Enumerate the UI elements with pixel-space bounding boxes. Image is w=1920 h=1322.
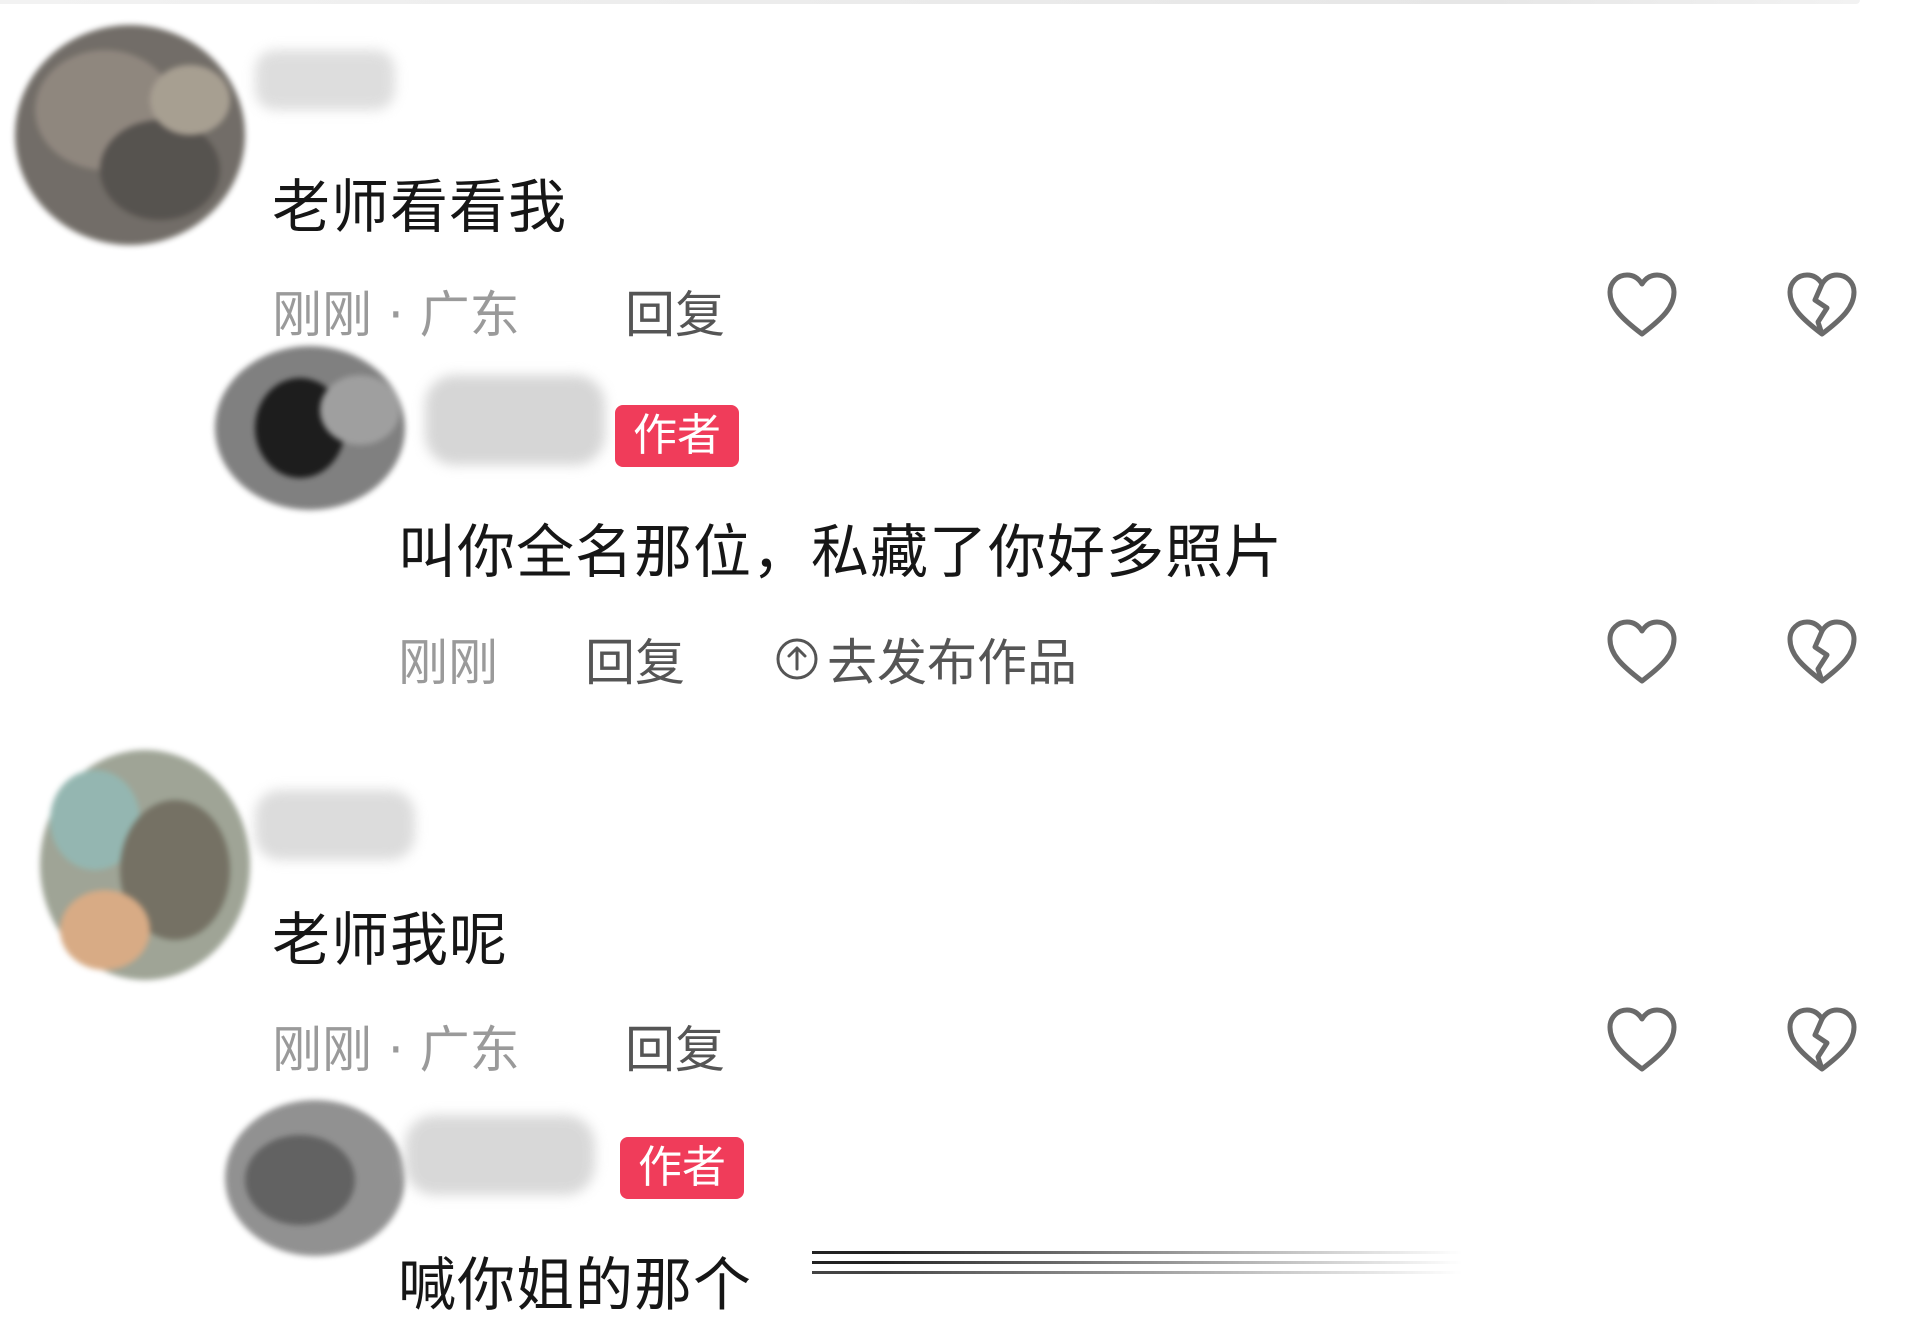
- comment-text: 老师我呢: [272, 906, 509, 974]
- reply-button[interactable]: 回复: [625, 1010, 725, 1082]
- heart-outline-icon[interactable]: [1605, 270, 1679, 340]
- author-avatar[interactable]: [210, 340, 410, 515]
- comment-text: 老师看看我: [272, 173, 568, 241]
- broken-heart-icon[interactable]: [1785, 617, 1859, 687]
- author-badge: 作者: [620, 1137, 744, 1199]
- top-divider: [0, 0, 1860, 4]
- redacted-scribble: [812, 1245, 1462, 1285]
- reply-button[interactable]: 回复: [625, 275, 725, 347]
- author-name-redacted[interactable]: [400, 1105, 600, 1205]
- heart-outline-icon[interactable]: [1605, 617, 1679, 687]
- user-avatar[interactable]: [35, 740, 255, 990]
- author-name-redacted[interactable]: [420, 365, 610, 475]
- author-avatar[interactable]: [220, 1095, 410, 1260]
- reply-meta: 刚刚: [398, 634, 498, 692]
- author-badge: 作者: [615, 405, 739, 467]
- username-redacted[interactable]: [250, 780, 420, 870]
- broken-heart-icon[interactable]: [1785, 1005, 1859, 1075]
- publish-work-button[interactable]: 去发布作品: [775, 623, 1077, 695]
- publish-label: 去发布作品: [827, 634, 1077, 692]
- username-redacted[interactable]: [250, 40, 400, 120]
- reply-text: 叫你全名那位，私藏了你好多照片: [398, 518, 1284, 586]
- reply-button[interactable]: 回复: [585, 623, 685, 695]
- comment-meta: 刚刚 · 广东: [272, 1021, 520, 1079]
- comment-meta: 刚刚 · 广东: [272, 286, 520, 344]
- user-avatar[interactable]: [10, 10, 255, 260]
- reply-text: 喊你姐的那个: [398, 1251, 753, 1319]
- heart-outline-icon[interactable]: [1605, 1005, 1679, 1075]
- arrow-up-circle-icon: [776, 638, 818, 680]
- broken-heart-icon[interactable]: [1785, 270, 1859, 340]
